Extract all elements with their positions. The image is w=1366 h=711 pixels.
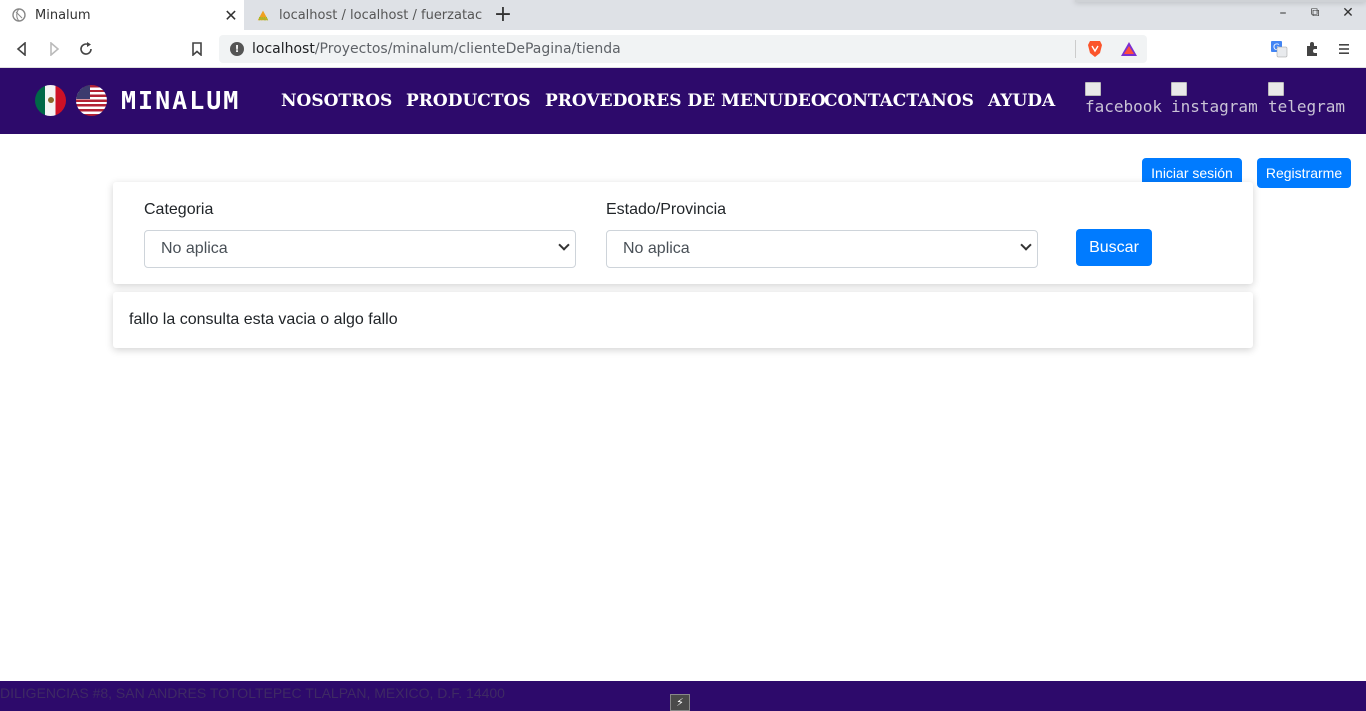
address-bar[interactable]: ! localhost/Proyectos/minalum/clienteDeP… (219, 35, 1147, 63)
close-window-icon[interactable]: ✕ (1338, 5, 1358, 21)
category-selected-value: No aplica (161, 240, 228, 257)
telegram-link[interactable]: telegram (1268, 82, 1345, 115)
chevron-down-icon (558, 239, 570, 251)
state-label: Estado/Provincia (606, 201, 727, 218)
usa-flag-icon[interactable] (76, 85, 107, 116)
instagram-link[interactable]: instagram (1171, 82, 1258, 115)
broken-image-icon (1268, 82, 1284, 96)
globe-icon (12, 8, 26, 22)
footer-address: DILIGENCIAS #8, SAN ANDRES TOTOLTEPEC TL… (0, 685, 505, 701)
bookmark-icon[interactable] (186, 38, 208, 60)
back-icon[interactable] (11, 38, 33, 60)
reload-icon[interactable] (75, 38, 97, 60)
nav-productos[interactable]: PRODUCTOS (406, 91, 531, 111)
new-tab-button[interactable]: + (492, 3, 514, 27)
close-tab-icon[interactable]: ✕ (218, 6, 244, 25)
restore-icon[interactable]: ⧉ (1305, 5, 1325, 20)
facebook-alt-text: facebook (1085, 97, 1163, 116)
nav-nosotros[interactable]: NOSOTROS (281, 91, 392, 111)
omnibox-divider (1075, 40, 1076, 58)
telegram-alt-text: telegram (1268, 97, 1346, 116)
tab-title: Minalum (35, 7, 91, 23)
brave-rewards-icon[interactable] (1120, 41, 1138, 57)
state-selected-value: No aplica (623, 240, 690, 257)
tab-minalum[interactable]: Minalum ✕ (0, 0, 244, 30)
category-label: Categoria (144, 201, 214, 218)
search-button[interactable]: Buscar (1076, 229, 1152, 266)
register-button[interactable]: Registrarme (1257, 158, 1351, 188)
broken-image-icon (1085, 82, 1101, 96)
phpmyadmin-icon: PMA (256, 8, 270, 22)
nav-provedores[interactable]: PROVEDORES DE MENUDEO (545, 91, 826, 111)
translate-icon[interactable]: G (1269, 39, 1289, 59)
instagram-alt-text: instagram (1171, 97, 1258, 116)
site-footer: DILIGENCIAS #8, SAN ANDRES TOTOLTEPEC TL… (0, 681, 1366, 711)
browser-toolbar: ! localhost/Proyectos/minalum/clienteDeP… (0, 30, 1366, 68)
url-path: /Proyectos/minalum/clienteDePagina/tiend… (314, 41, 621, 57)
broken-image-icon (1171, 82, 1187, 96)
site-info-icon[interactable]: ! (230, 42, 244, 56)
svg-text:PMA: PMA (259, 16, 268, 22)
brave-shields-icon[interactable] (1087, 40, 1103, 58)
site-header: MINALUM NOSOTROS PRODUCTOS PROVEDORES DE… (0, 68, 1366, 134)
forward-icon[interactable] (43, 38, 65, 60)
filter-card: Categoria No aplica Estado/Provincia No … (113, 182, 1253, 284)
flash-plugin-icon[interactable]: ⚡ (670, 694, 690, 711)
result-message: fallo la consulta esta vacia o algo fall… (129, 311, 398, 328)
url-host: localhost (252, 41, 315, 57)
state-select[interactable]: No aplica (606, 230, 1038, 268)
site-logo[interactable]: MINALUM (121, 86, 240, 115)
tab-title: localhost / localhost / fuerzatac (279, 7, 482, 23)
tab-strip-shadow (1075, 0, 1366, 2)
nav-contactanos[interactable]: CONTACTANOS (824, 91, 974, 111)
extensions-icon[interactable] (1302, 39, 1322, 59)
nav-ayuda[interactable]: AYUDA (988, 91, 1055, 111)
minimize-icon[interactable]: – (1273, 5, 1293, 21)
tab-phpmyadmin[interactable]: PMA localhost / localhost / fuerzatac (244, 0, 482, 30)
category-select[interactable]: No aplica (144, 230, 576, 268)
facebook-link[interactable]: facebook (1085, 82, 1162, 115)
result-card: fallo la consulta esta vacia o algo fall… (113, 292, 1253, 348)
browser-tab-bar: Minalum ✕ PMA localhost / localhost / fu… (0, 0, 1366, 30)
menu-icon[interactable] (1334, 39, 1354, 59)
chevron-down-icon (1020, 239, 1032, 251)
mexico-flag-icon[interactable] (35, 85, 66, 116)
